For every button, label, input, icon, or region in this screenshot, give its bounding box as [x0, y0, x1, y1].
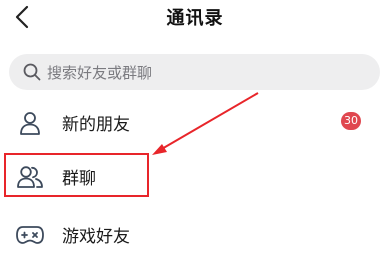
- page-title: 通讯录: [166, 8, 224, 29]
- search-input[interactable]: 搜索好友或群聊: [9, 54, 380, 90]
- list-item-new-friends[interactable]: 新的朋友: [0, 98, 390, 146]
- unread-badge: 30: [341, 112, 361, 130]
- list-item-label: 新的朋友: [62, 115, 130, 135]
- list-item-game-friends[interactable]: 游戏好友: [0, 210, 390, 258]
- header: 通讯录: [0, 0, 390, 36]
- contacts-screen: 通讯录 搜索好友或群聊 新的朋友 30 群聊 游戏好友: [0, 0, 390, 260]
- list-item-label: 游戏好友: [62, 227, 130, 247]
- search-placeholder: 搜索好友或群聊: [47, 63, 153, 82]
- search-icon: [23, 63, 41, 81]
- annotation-highlight-box: [4, 153, 149, 197]
- gamepad-icon: [16, 221, 44, 249]
- person-icon: [16, 109, 44, 137]
